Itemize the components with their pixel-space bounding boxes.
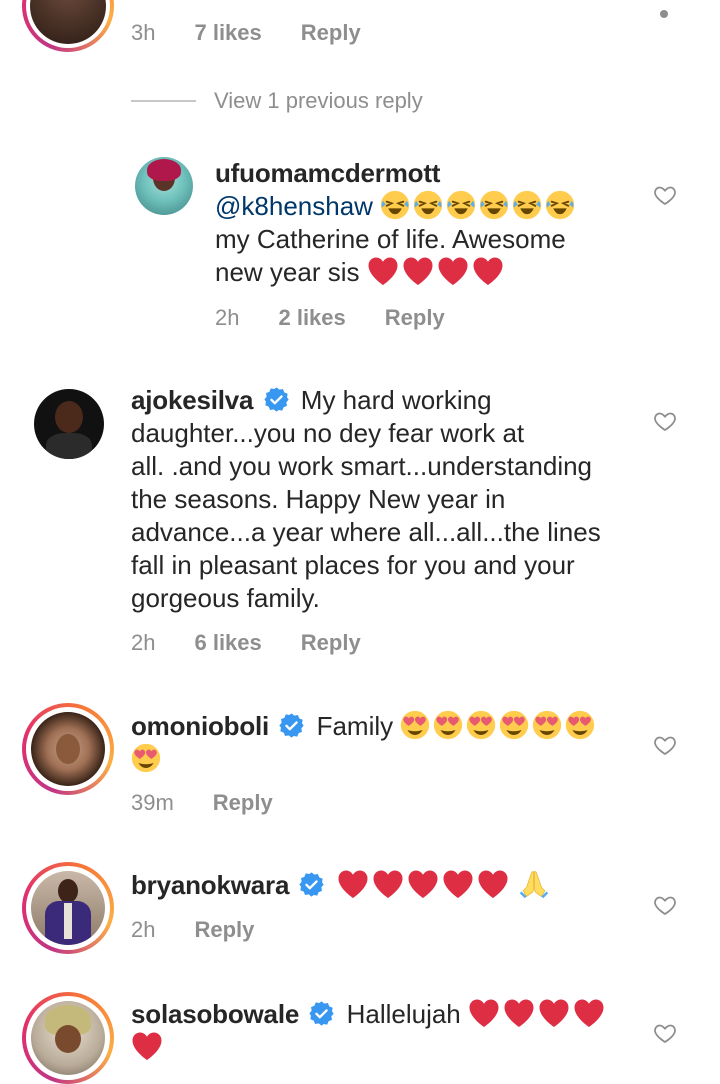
comment-time: 39m	[131, 790, 174, 815]
red-heart-emoji	[337, 869, 369, 899]
red-heart-emoji	[573, 998, 605, 1028]
verified-badge-icon	[308, 1000, 335, 1027]
red-heart-emoji	[477, 869, 509, 899]
username[interactable]: solasobowale	[131, 999, 299, 1029]
rofl-emoji	[479, 190, 509, 220]
reply-button[interactable]: Reply	[194, 917, 254, 943]
divider-line	[131, 100, 196, 102]
rofl-emoji	[446, 190, 476, 220]
verified-badge-icon	[278, 712, 305, 739]
username[interactable]: ufuomamcdermott	[215, 157, 635, 190]
heart-eyes-emoji	[131, 743, 161, 773]
heart-eyes-emoji	[433, 710, 463, 740]
heart-eyes-emoji	[499, 710, 529, 740]
red-heart-emoji	[407, 869, 439, 899]
red-heart-emoji	[468, 998, 500, 1028]
rofl-emoji	[413, 190, 443, 220]
comment-text: Family	[316, 711, 394, 741]
likes-count[interactable]: 2 likes	[278, 305, 345, 331]
comment-text-line: daughter...you no dey fear work at	[131, 418, 525, 448]
rofl-emoji	[545, 190, 575, 220]
comment-meta: 2h 6 likes Reply	[131, 630, 400, 656]
comment-text-line: the seasons. Happy New year in	[131, 484, 506, 514]
comment-text: Hallelujah	[346, 999, 461, 1029]
red-heart-emoji	[442, 869, 474, 899]
reply-button[interactable]: Reply	[385, 305, 445, 331]
reply-button[interactable]: Reply	[301, 20, 361, 46]
view-previous-label[interactable]: View 1 previous reply	[214, 88, 423, 114]
heart-eyes-emoji	[466, 710, 496, 740]
reply-button[interactable]: Reply	[213, 790, 273, 816]
likes-count[interactable]: 7 likes	[194, 20, 261, 46]
red-heart-emoji	[503, 998, 535, 1028]
like-heart-icon[interactable]	[652, 1021, 678, 1045]
username[interactable]: omonioboli	[131, 711, 269, 741]
heart-eyes-emoji	[565, 710, 595, 740]
rofl-emoji	[380, 190, 410, 220]
comment-time: 2h	[215, 305, 240, 330]
comment-text-line: advance...a year where all...all...the l…	[131, 517, 601, 547]
top-comment-meta: 3h 7 likes Reply	[131, 20, 400, 46]
avatar[interactable]	[135, 157, 193, 215]
verified-badge-icon	[298, 871, 325, 898]
heart-eyes-emoji	[532, 710, 562, 740]
folded-hands-emoji	[519, 869, 549, 899]
red-heart-emoji	[367, 256, 399, 286]
avatar-story-ring[interactable]	[22, 862, 114, 954]
comment-text-first-line: My hard working	[300, 385, 492, 415]
red-heart-emoji	[402, 256, 434, 286]
username[interactable]: bryanokwara	[131, 870, 289, 900]
view-previous-replies[interactable]: View 1 previous reply	[131, 88, 531, 118]
avatar[interactable]	[34, 389, 104, 459]
rofl-emoji-group	[380, 191, 578, 221]
username[interactable]: ajokesilva	[131, 385, 254, 415]
like-heart-icon[interactable]	[652, 893, 678, 917]
comment-text-line: fall in pleasant places for you and your	[131, 550, 575, 580]
comment-time: 2h	[131, 630, 156, 655]
red-heart-group	[468, 999, 608, 1029]
avatar-story-ring[interactable]	[22, 703, 114, 795]
more-options-icon[interactable]	[660, 10, 668, 18]
comment-time: 3h	[131, 20, 156, 45]
heart-eyes-emoji-group	[400, 711, 598, 741]
like-heart-icon[interactable]	[652, 409, 678, 433]
reply-button[interactable]: Reply	[301, 630, 361, 656]
red-heart-emoji	[372, 869, 404, 899]
red-heart-emoji	[437, 256, 469, 286]
comment-time: 2h	[131, 917, 156, 942]
red-heart-emoji	[131, 1031, 163, 1061]
comment-meta: 2h 2 likes Reply	[215, 305, 484, 331]
like-heart-icon[interactable]	[652, 183, 678, 207]
like-heart-icon[interactable]	[652, 733, 678, 757]
red-heart-emoji	[472, 256, 504, 286]
comment-meta: 2h Reply	[131, 917, 293, 943]
verified-badge-icon	[263, 386, 290, 413]
red-heart-group	[337, 870, 512, 900]
red-heart-group	[367, 257, 507, 287]
avatar-top[interactable]	[22, 0, 114, 52]
comment-text-line: all. .and you work smart...understanding	[131, 451, 593, 481]
red-heart-emoji	[538, 998, 570, 1028]
mention-link[interactable]: @k8henshaw	[215, 191, 373, 221]
comment-meta: 39m Reply	[131, 790, 312, 816]
likes-count[interactable]: 6 likes	[194, 630, 261, 656]
comment-text-line: gorgeous family.	[131, 583, 320, 613]
avatar-story-ring[interactable]	[22, 992, 114, 1084]
rofl-emoji	[512, 190, 542, 220]
heart-eyes-emoji	[400, 710, 430, 740]
